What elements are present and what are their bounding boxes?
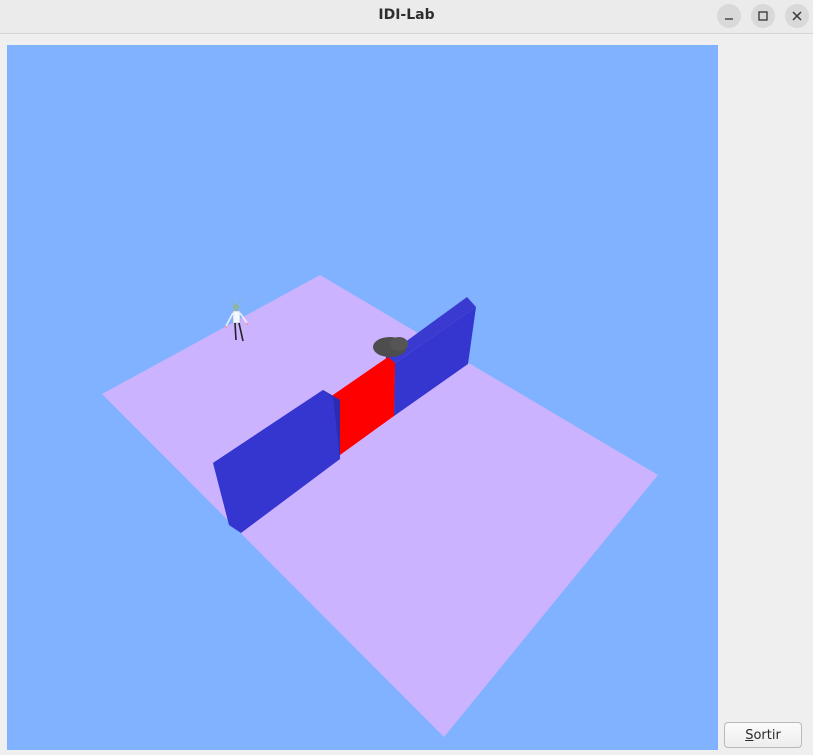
title-bar[interactable]: IDI-Lab — [0, 0, 813, 34]
maximize-button[interactable] — [751, 4, 775, 28]
scene-canvas — [102, 275, 658, 737]
close-button[interactable] — [785, 4, 809, 28]
exit-button[interactable]: Sortir — [724, 722, 802, 748]
maximize-icon — [758, 11, 768, 21]
exit-button-label: ortir — [753, 728, 781, 743]
app-window: IDI-Lab Sortir — [0, 0, 813, 755]
window-title: IDI-Lab — [378, 7, 435, 23]
minimize-icon — [725, 18, 733, 20]
close-icon — [792, 11, 802, 21]
side-panel — [718, 34, 813, 755]
minimize-button[interactable] — [717, 4, 741, 28]
gl-viewport[interactable] — [7, 45, 718, 750]
rock-highlight — [390, 337, 408, 351]
